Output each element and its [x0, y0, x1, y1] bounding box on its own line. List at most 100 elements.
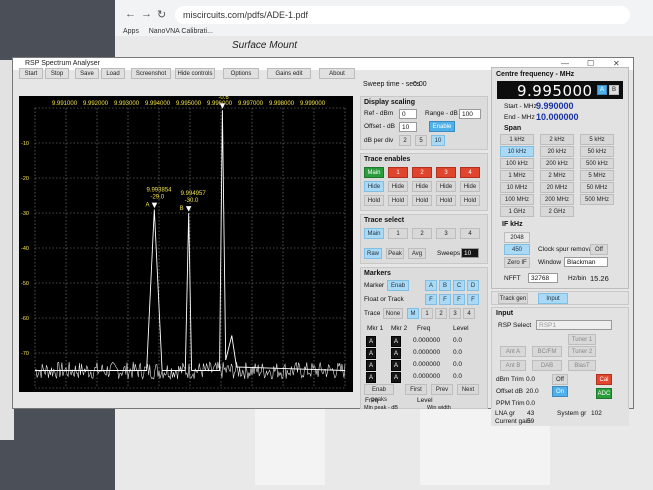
trace-select-3-button[interactable]: 3 [436, 228, 456, 239]
screenshot-button[interactable]: Screenshot [131, 68, 171, 79]
trace-hide-4-button[interactable]: Hide [460, 181, 480, 192]
address-bar[interactable]: miscircuits.com/pdfs/ADE-1.pdf [175, 6, 630, 24]
offset-select[interactable]: 10 [399, 122, 417, 132]
trace-hide-2-button[interactable]: Hide [412, 181, 432, 192]
span-2khz-button[interactable]: 2 kHz [540, 134, 574, 145]
span-20khz-button[interactable]: 20 kHz [540, 146, 574, 157]
sweeps-select[interactable]: 10 [461, 248, 479, 258]
options-button[interactable]: Options [223, 68, 259, 79]
marker-row-mkr1[interactable]: A [366, 360, 376, 371]
marker-trace-4-button[interactable]: 4 [463, 308, 475, 319]
trace-hide-main-button[interactable]: Hide [364, 181, 384, 192]
db-per-div-5-button[interactable]: 5 [415, 135, 427, 146]
marker-enab-button[interactable]: Enab [387, 280, 409, 291]
marker-trace-1-button[interactable]: 1 [421, 308, 433, 319]
marker-trace-m-button[interactable]: M [407, 308, 419, 319]
span-200khz-button[interactable]: 200 kHz [540, 158, 574, 169]
trace-select-1-button[interactable]: 1 [388, 228, 408, 239]
span-500mhz-button[interactable]: 500 MHz [580, 194, 614, 205]
marker-trace-2-button[interactable]: 2 [435, 308, 447, 319]
bc-fm-button[interactable]: BC/FM [532, 346, 562, 357]
span-20mhz-button[interactable]: 20 MHz [540, 182, 574, 193]
marker-trace-3-button[interactable]: 3 [449, 308, 461, 319]
reload-icon[interactable]: ↻ [157, 8, 166, 21]
start-button[interactable]: Start [19, 68, 43, 79]
first-peak-button[interactable]: First [405, 384, 427, 395]
vfo-b-button[interactable]: B [609, 85, 619, 95]
rsp-select[interactable]: RSP1 [536, 320, 612, 330]
bookmark-apps[interactable]: Apps [123, 28, 139, 35]
marker-a-button[interactable]: A [425, 280, 437, 291]
trace-hold-main-button[interactable]: Hold [364, 195, 384, 206]
zero-if-button[interactable]: Zero IF [504, 257, 530, 268]
marker-c-button[interactable]: C [453, 280, 465, 291]
span-1mhz-button[interactable]: 1 MHz [500, 170, 534, 181]
marker-b-button[interactable]: B [439, 280, 451, 291]
hide-controls-button[interactable]: Hide controls [175, 68, 215, 79]
trace-hold-2-button[interactable]: Hold [412, 195, 432, 206]
span-500khz-button[interactable]: 500 kHz [580, 158, 614, 169]
span-2mhz-button[interactable]: 2 MHz [540, 170, 574, 181]
back-icon[interactable]: ← [125, 8, 136, 20]
span-100mhz-button[interactable]: 100 MHz [500, 194, 534, 205]
span-5mhz-button[interactable]: 5 MHz [580, 170, 614, 181]
nfft-select[interactable]: 32768 [528, 273, 558, 283]
float-track-d-button[interactable]: F [467, 294, 479, 305]
marker-row-mkr1[interactable]: A [366, 348, 376, 359]
trace-select-4-button[interactable]: 4 [460, 228, 480, 239]
gains-edit-button[interactable]: Gains edit [267, 68, 311, 79]
trace-select-main-button[interactable]: Main [364, 228, 384, 239]
span-100khz-button[interactable]: 100 kHz [500, 158, 534, 169]
marker-row-mkr2[interactable]: A [391, 360, 401, 371]
enable-offset-button[interactable]: Enable [429, 121, 455, 132]
marker-d-button[interactable]: D [467, 280, 479, 291]
trace-hide-3-button[interactable]: Hide [436, 181, 456, 192]
cal-button[interactable]: Cal [596, 374, 612, 385]
marker-row-mkr2[interactable]: A [391, 372, 401, 383]
clock-spur-off-button[interactable]: Off [590, 244, 608, 255]
tuner1-button[interactable]: Tuner 1 [568, 334, 596, 345]
vfo-a-button[interactable]: A [597, 85, 607, 95]
load-button[interactable]: Load [101, 68, 125, 79]
marker-row-mkr1[interactable]: A [366, 336, 376, 347]
trace-hold-4-button[interactable]: Hold [460, 195, 480, 206]
range-select[interactable]: 100 [459, 109, 481, 119]
span-50khz-button[interactable]: 50 kHz [580, 146, 614, 157]
ant-b-button[interactable]: Ant B [500, 360, 526, 371]
track-gen-button[interactable]: Track gen [498, 293, 528, 304]
span-50mhz-button[interactable]: 50 MHz [580, 182, 614, 193]
next-peak-button[interactable]: Next [457, 384, 479, 395]
tuner2-button[interactable]: Tuner 2 [568, 346, 596, 357]
marker-row-mkr1[interactable]: A [366, 372, 376, 383]
mode-raw-button[interactable]: Raw [364, 248, 382, 259]
span-10khz-button[interactable]: 10 kHz [500, 146, 534, 157]
forward-icon[interactable]: → [141, 8, 152, 20]
offset-on-button[interactable]: On [552, 386, 568, 397]
save-button[interactable]: Save [75, 68, 99, 79]
trace-hold-1-button[interactable]: Hold [388, 195, 408, 206]
stop-button[interactable]: Stop [45, 68, 69, 79]
centre-frequency-display[interactable]: 9.995000 A B [497, 81, 623, 100]
mode-avg-button[interactable]: Avg [408, 248, 426, 259]
float-track-b-button[interactable]: F [439, 294, 451, 305]
db-per-div-2-button[interactable]: 2 [399, 135, 411, 146]
trace-enable-main-button[interactable]: Main [364, 167, 384, 178]
spectrum-plot[interactable]: 9.991000 9.992000 9.993000 9.994000 9.995000… [19, 96, 353, 392]
span-200mhz-button[interactable]: 200 MHz [540, 194, 574, 205]
dab-button[interactable]: DAB [532, 360, 562, 371]
trace-enable-1-button[interactable]: 1 [388, 167, 408, 178]
ant-a-button[interactable]: Ant A [500, 346, 526, 357]
mode-peak-button[interactable]: Peak [386, 248, 404, 259]
window-select[interactable]: Blackman [564, 257, 608, 267]
dbm-trim-off-button[interactable]: Off [552, 374, 568, 385]
if-450-button[interactable]: 450 [504, 244, 530, 255]
ref-select[interactable]: 0 [399, 109, 417, 119]
enab-peaks-button[interactable]: Enab peaks [364, 384, 394, 403]
db-per-div-10-button[interactable]: 10 [431, 135, 445, 146]
prev-peak-button[interactable]: Prev [431, 384, 453, 395]
span-1ghz-button[interactable]: 1 GHz [500, 206, 534, 217]
marker-row-mkr2[interactable]: A [391, 336, 401, 347]
float-track-a-button[interactable]: F [425, 294, 437, 305]
input-tab-button[interactable]: Input [538, 293, 568, 304]
trace-hide-1-button[interactable]: Hide [388, 181, 408, 192]
